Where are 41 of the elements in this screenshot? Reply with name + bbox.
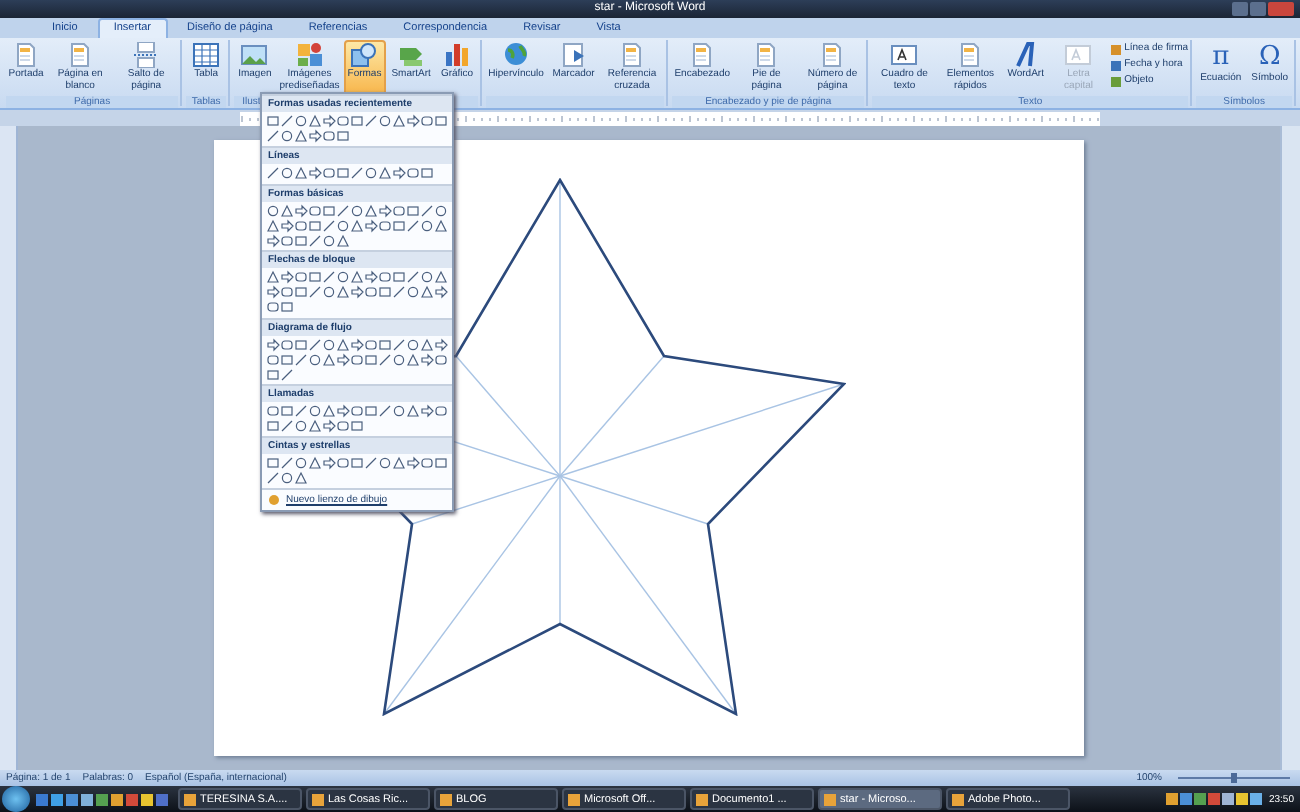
shape-gallery-drawing[interactable] [262,201,452,250]
symbol-icon: Ω [1258,42,1281,72]
bookmark-icon [559,42,588,68]
page-icon [618,42,647,68]
page-icon [956,42,985,68]
app-icon [312,793,324,805]
quick-launch-icons[interactable] [34,791,174,807]
shape-gallery-drawing[interactable] [262,335,452,384]
page-icon [818,42,847,68]
shape-gallery-drawing[interactable] [262,402,452,436]
text-box-icon [890,42,919,68]
smartart-icon [397,42,426,68]
table-icon [192,42,221,68]
page-icon [688,42,717,68]
zoom-slider[interactable] [1174,772,1294,784]
symbol-icon: π [1212,42,1230,72]
app-icon [568,793,580,805]
page-icon [752,42,781,68]
app-icon [824,793,836,805]
globe-icon [502,42,531,68]
shape-gallery-drawing[interactable] [262,454,452,488]
page-icon [12,42,41,68]
wordart-icon [1011,42,1040,68]
app-icon [696,793,708,805]
text-box-icon [1064,42,1093,68]
scrollbar[interactable] [1280,126,1300,770]
tray-icons [1164,792,1265,806]
start-button[interactable] [2,786,30,812]
zoom-slider-thumb[interactable] [1231,773,1237,783]
shape-gallery-drawing[interactable] [262,112,452,146]
shapes-icon [350,42,379,68]
bar-chart-icon [443,42,472,68]
page-icon [66,42,95,68]
app-icon [184,793,196,805]
app-icon [440,793,452,805]
app-icon [952,793,964,805]
page-break-icon [132,42,161,68]
image-icon [240,42,269,68]
clipart-icon [295,42,324,68]
shape-gallery-drawing[interactable] [262,268,452,317]
canvas-icon [268,494,280,506]
